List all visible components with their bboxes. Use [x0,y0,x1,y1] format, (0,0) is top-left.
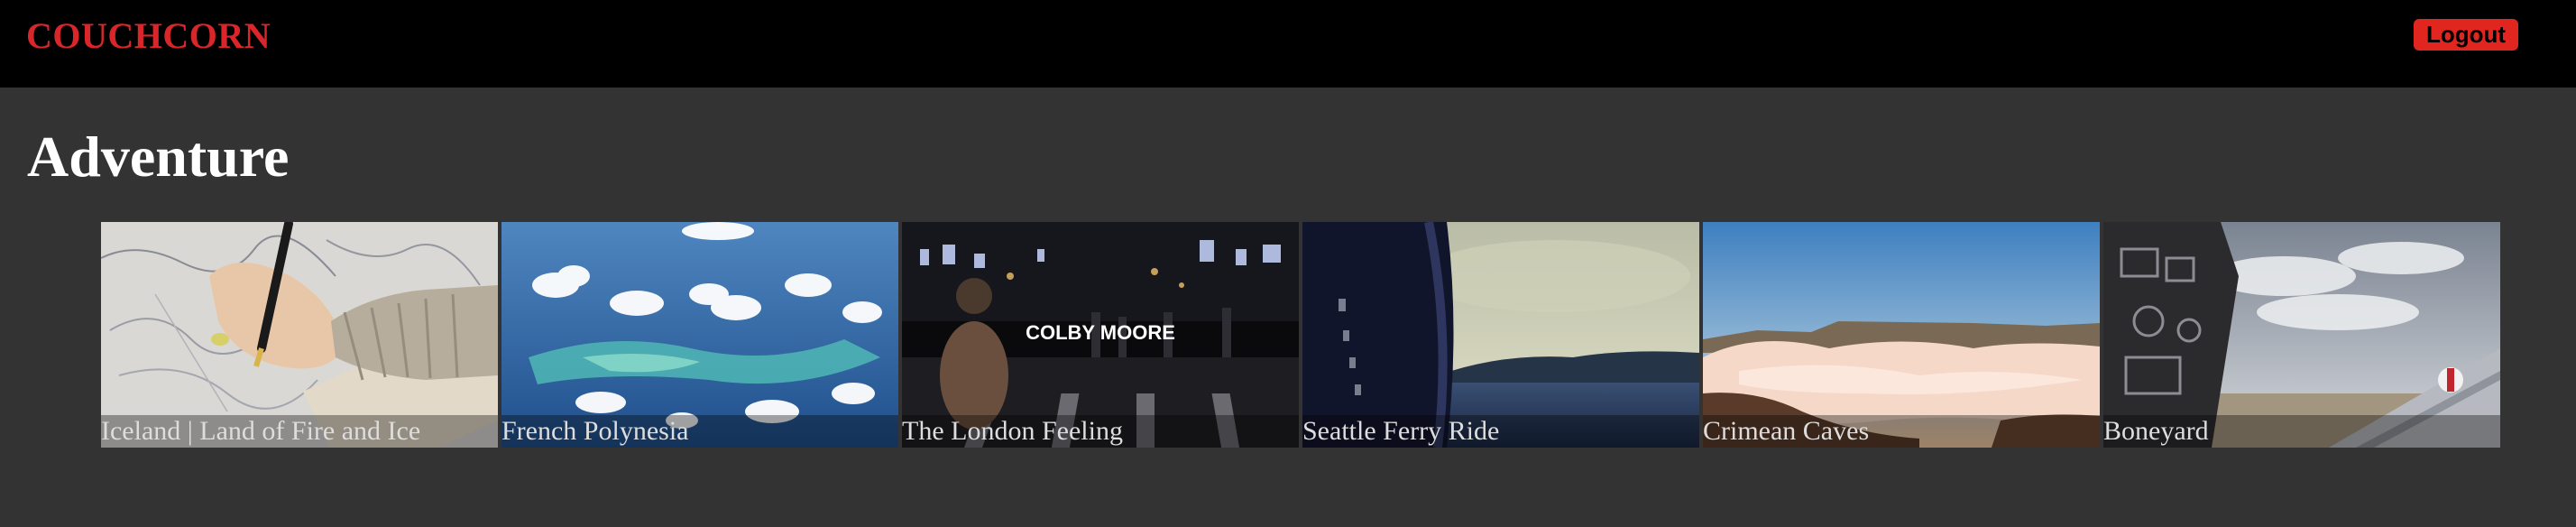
category-title: Adventure [27,125,290,189]
video-thumbnail [2103,222,2500,448]
video-title: Boneyard [2103,416,2209,446]
video-tile-french-polynesia[interactable]: French Polynesia [501,222,898,448]
video-title: The London Feeling [902,416,1123,446]
video-tile-seattle-ferry-ride[interactable]: Seattle Ferry Ride [1302,222,1699,448]
top-navigation-bar: COUCHCORN Logout [0,0,2576,88]
video-thumbnail [101,222,498,448]
video-thumbnail [1302,222,1699,448]
video-title: Crimean Caves [1703,416,1870,446]
thumbnail-overlay-text: COLBY MOORE [1026,321,1175,344]
brand-logo[interactable]: COUCHCORN [26,16,271,56]
video-thumbnail [1703,222,2100,448]
video-title: French Polynesia [501,416,689,446]
video-tile-boneyard[interactable]: Boneyard [2103,222,2500,448]
video-thumbnail: COLBY MOORE [902,222,1299,448]
video-title: Seattle Ferry Ride [1302,416,1500,446]
video-thumbnail [501,222,898,448]
video-row: Iceland | Land of Fire and Ice French Po… [101,222,2500,448]
video-tile-crimean-caves[interactable]: Crimean Caves [1703,222,2100,448]
logout-button[interactable]: Logout [2414,19,2518,51]
video-tile-the-london-feeling[interactable]: COLBY MOORE The London Feeling [902,222,1299,448]
video-tile-iceland[interactable]: Iceland | Land of Fire and Ice [101,222,498,448]
video-title: Iceland | Land of Fire and Ice [101,416,421,446]
